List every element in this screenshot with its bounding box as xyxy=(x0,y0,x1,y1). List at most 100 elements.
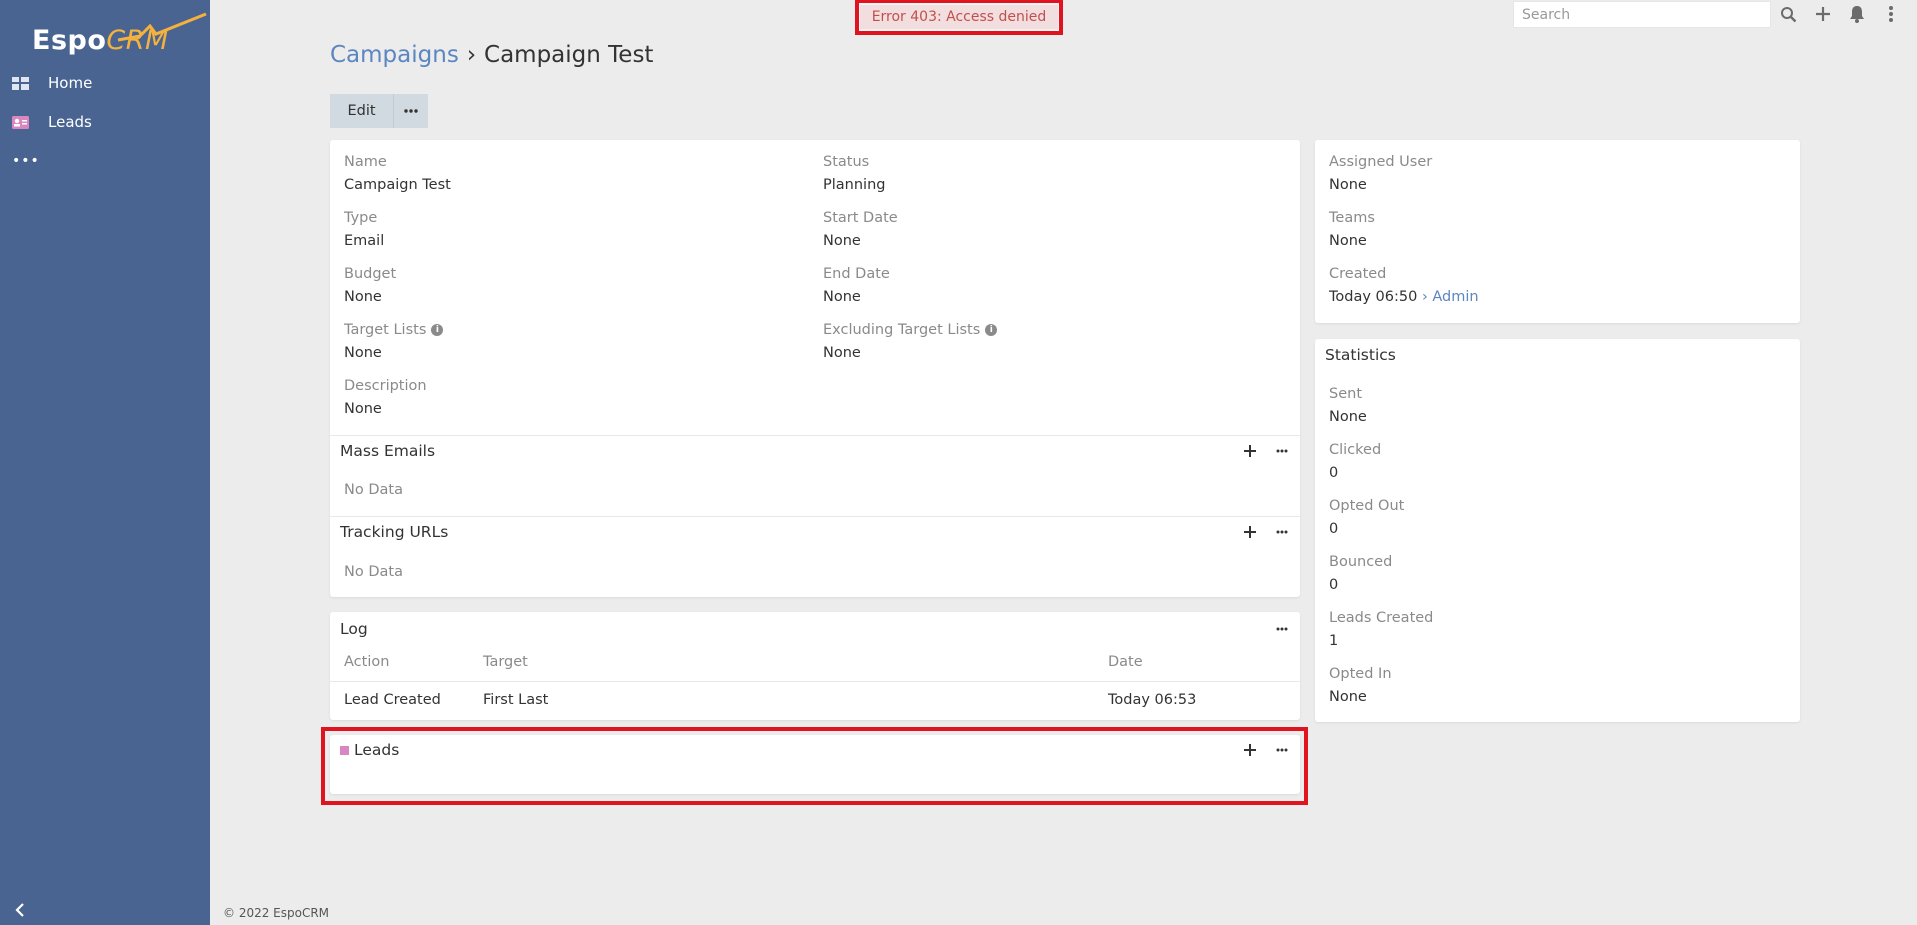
error-message: Error 403: Access denied xyxy=(859,5,1059,29)
sidebar: EspoCRM Home Leads ••• xyxy=(0,0,210,925)
id-card-icon xyxy=(12,115,29,129)
stat-clicked-label: Clicked xyxy=(1329,442,1382,458)
plus-icon[interactable] xyxy=(1815,6,1831,22)
created-value: Today 06:50 xyxy=(1329,289,1418,305)
logo-swoosh-icon xyxy=(117,12,207,42)
mass-emails-title: Mass Emails xyxy=(340,442,436,460)
edit-button[interactable]: Edit xyxy=(330,94,394,128)
mass-emails-more-button[interactable] xyxy=(1273,442,1291,460)
log-target-link[interactable]: First Last xyxy=(483,692,548,708)
stat-opted-out-value: 0 xyxy=(1329,521,1339,537)
ellipsis-icon xyxy=(404,109,418,113)
type-value: Email xyxy=(344,233,385,249)
divider xyxy=(1315,373,1800,374)
created-label: Created xyxy=(1329,266,1387,282)
page-title: Campaign Test xyxy=(484,42,654,68)
column-header-date[interactable]: Date xyxy=(1108,654,1143,670)
bell-icon[interactable] xyxy=(1849,5,1865,23)
statistics-title: Statistics xyxy=(1325,346,1396,364)
name-label: Name xyxy=(344,154,387,170)
logo[interactable]: EspoCRM xyxy=(32,12,207,54)
stat-clicked-value: 0 xyxy=(1329,465,1339,481)
teams-label: Teams xyxy=(1329,210,1375,226)
statistics-panel: Statistics Sent None Clicked 0 Opted Out… xyxy=(1315,339,1800,722)
footer-copyright: © 2022 EspoCRM xyxy=(223,906,330,920)
more-actions-button[interactable] xyxy=(394,94,428,128)
chevron-left-icon[interactable] xyxy=(14,902,26,918)
sidebar-item-label: Leads xyxy=(48,113,92,131)
side-panel: Assigned User None Teams None Created To… xyxy=(1315,140,1800,323)
plus-icon xyxy=(1244,526,1256,538)
log-panel: Log Action Target Date Lead Created Firs… xyxy=(330,612,1300,720)
stat-sent-value: None xyxy=(1329,409,1367,425)
end-date-label: End Date xyxy=(823,266,890,282)
target-lists-field-label: Target Lists i xyxy=(344,322,444,338)
target-lists-label: Target Lists xyxy=(344,322,427,338)
info-icon[interactable]: i xyxy=(985,324,998,336)
teams-value: None xyxy=(1329,233,1367,249)
status-value: Planning xyxy=(823,177,886,193)
start-date-label: Start Date xyxy=(823,210,898,226)
ellipsis-icon xyxy=(1276,449,1288,453)
mass-emails-empty: No Data xyxy=(344,482,403,498)
stat-leads-created-value: 1 xyxy=(1329,633,1339,649)
name-value: Campaign Test xyxy=(344,177,451,193)
column-header-action[interactable]: Action xyxy=(344,654,389,670)
description-label: Description xyxy=(344,378,427,394)
excluding-target-lists-field-label: Excluding Target Lists i xyxy=(823,322,998,338)
stat-opted-out-label: Opted Out xyxy=(1329,498,1405,514)
breadcrumb-separator: › xyxy=(466,42,477,68)
stat-bounced-label: Bounced xyxy=(1329,554,1393,570)
type-label: Type xyxy=(344,210,378,226)
log-action-cell: Lead Created xyxy=(344,692,441,708)
created-value-wrap: Today 06:50 › Admin xyxy=(1329,289,1479,305)
sidebar-more-button[interactable]: ••• xyxy=(12,153,40,169)
breadcrumb: Campaigns › Campaign Test xyxy=(330,42,653,68)
assigned-user-label: Assigned User xyxy=(1329,154,1433,170)
column-header-target[interactable]: Target xyxy=(483,654,528,670)
tracking-urls-more-button[interactable] xyxy=(1273,523,1291,541)
plus-icon xyxy=(1244,445,1256,457)
action-button-group: Edit xyxy=(330,94,428,128)
target-lists-value: None xyxy=(344,345,382,361)
status-label: Status xyxy=(823,154,870,170)
ellipsis-icon xyxy=(1276,530,1288,534)
stat-opted-in-value: None xyxy=(1329,689,1367,705)
kebab-menu-icon[interactable] xyxy=(1888,5,1894,23)
leads-panel-highlight xyxy=(321,727,1308,805)
info-icon[interactable]: i xyxy=(431,324,444,336)
divider xyxy=(330,681,1300,682)
stat-leads-created-label: Leads Created xyxy=(1329,610,1434,626)
stat-bounced-value: 0 xyxy=(1329,577,1339,593)
description-value: None xyxy=(344,401,382,417)
tracking-urls-title: Tracking URLs xyxy=(340,523,449,541)
tracking-urls-empty: No Data xyxy=(344,564,403,580)
detail-panel: Name Campaign Test Status Planning Type … xyxy=(330,140,1300,597)
sidebar-item-home[interactable]: Home xyxy=(0,65,210,101)
divider xyxy=(330,435,1300,436)
budget-label: Budget xyxy=(344,266,397,282)
log-title: Log xyxy=(340,620,368,638)
mass-emails-add-button[interactable] xyxy=(1241,442,1259,460)
ellipsis-icon xyxy=(1276,627,1288,631)
stat-sent-label: Sent xyxy=(1329,386,1363,402)
created-by-link[interactable]: › Admin xyxy=(1422,289,1479,305)
search-input[interactable] xyxy=(1513,1,1771,28)
search-icon[interactable] xyxy=(1780,6,1797,23)
dashboard-grid-icon xyxy=(12,76,29,90)
end-date-value: None xyxy=(823,289,861,305)
stat-opted-in-label: Opted In xyxy=(1329,666,1392,682)
divider xyxy=(330,516,1300,517)
budget-value: None xyxy=(344,289,382,305)
sidebar-item-label: Home xyxy=(48,74,93,92)
assigned-user-value: None xyxy=(1329,177,1367,193)
breadcrumb-campaigns-link[interactable]: Campaigns xyxy=(330,42,459,68)
excluding-target-lists-label: Excluding Target Lists xyxy=(823,322,981,338)
log-more-button[interactable] xyxy=(1273,620,1291,638)
start-date-value: None xyxy=(823,233,861,249)
excluding-target-lists-value: None xyxy=(823,345,861,361)
log-date-cell: Today 06:53 xyxy=(1108,692,1197,708)
error-banner: Error 403: Access denied xyxy=(855,0,1063,35)
tracking-urls-add-button[interactable] xyxy=(1241,523,1259,541)
sidebar-item-leads[interactable]: Leads xyxy=(0,104,210,140)
